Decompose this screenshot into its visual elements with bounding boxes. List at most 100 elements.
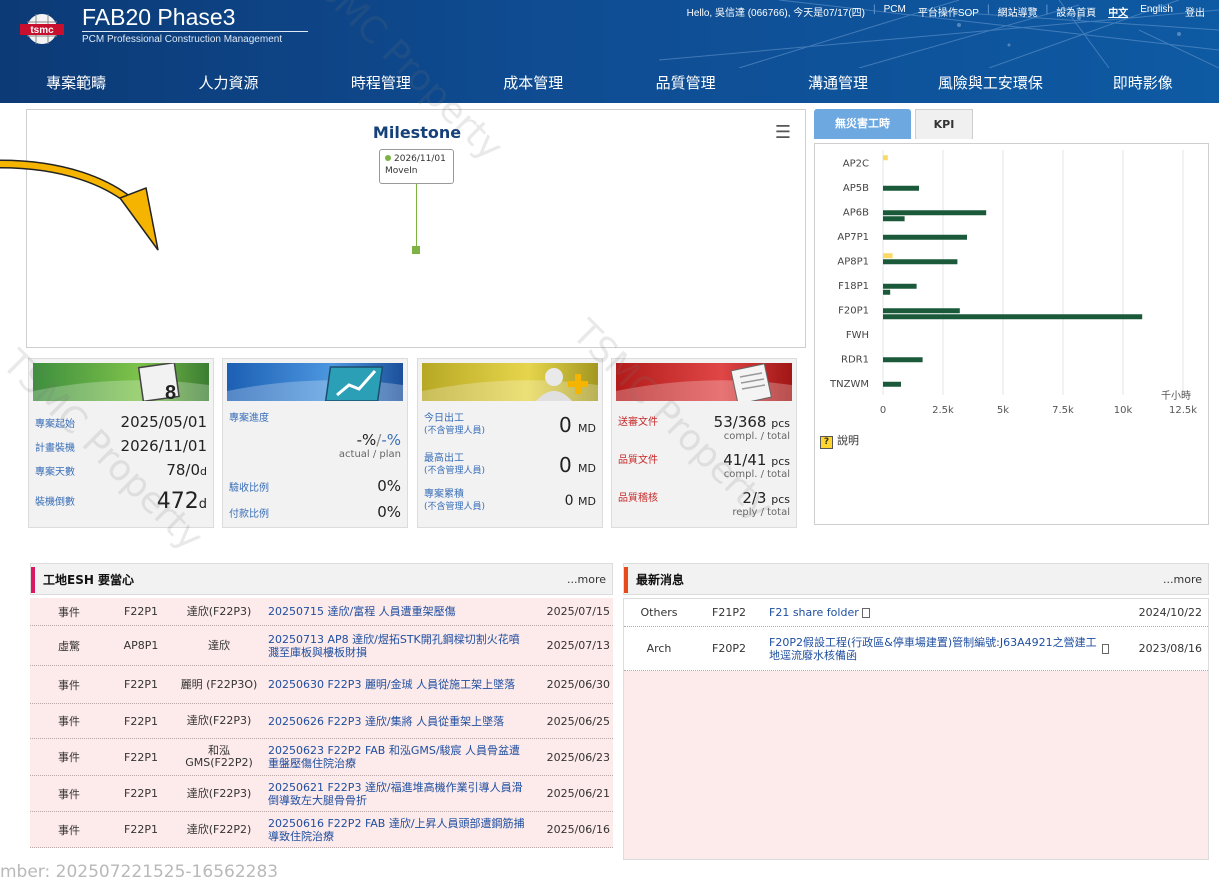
esh-title-link[interactable]: 20250621 F22P3 達欣/福進堆高機作業引導人員滑倒導致左大腿骨骨折 xyxy=(268,776,528,811)
attachment-icon[interactable] xyxy=(861,607,870,618)
link-sop[interactable]: 平台操作SOP xyxy=(912,4,985,19)
x-tick-label: 12.5k xyxy=(1169,405,1197,416)
category-label: FWH xyxy=(846,330,869,341)
tab-no-accident-hours[interactable]: 無災害工時 xyxy=(814,109,911,139)
progress-sub: actual / plan xyxy=(338,449,401,460)
esh-title-link[interactable]: 20250713 AP8 達欣/煜拓STK開孔鋼樑切割火花噴濺至庫板與樓板財損 xyxy=(268,626,528,665)
category-label: AP8P1 xyxy=(837,256,869,267)
link-pcm[interactable]: PCM xyxy=(878,4,912,19)
bar xyxy=(883,210,987,216)
label-cumulative-workers: 專案累積 xyxy=(424,489,464,500)
esh-title-link[interactable]: 20250715 達欣/富程 人員遭重架壓傷 xyxy=(268,598,528,625)
news-row[interactable]: Others F21P2 F21 share folder 2024/10/22 xyxy=(624,599,1208,627)
news-title-text[interactable]: F20P2假設工程(行政區&停車場建置)管制編號:J63A4921之營建工地逕流… xyxy=(769,636,1099,662)
esh-contractor: 麗明 (F22P3O) xyxy=(180,677,258,691)
label-countdown: 裝機倒數 xyxy=(35,497,75,508)
esh-date: 2025/06/30 xyxy=(546,678,610,691)
calendar-icon: 8 xyxy=(33,363,209,401)
manpower-row: 今日出工 (不含管理人員) 0 MD xyxy=(424,413,596,443)
news-row[interactable]: Arch F20P2 F20P2假設工程(行政區&停車場建置)管制編號:J63A49… xyxy=(624,627,1208,671)
nav-communication[interactable]: 溝通管理 xyxy=(762,66,914,103)
link-lang-chinese[interactable]: 中文 xyxy=(1102,4,1134,19)
news-more-link[interactable]: ...more xyxy=(1163,564,1202,596)
link-set-homepage[interactable]: 設為首頁 xyxy=(1050,4,1102,19)
milestone-marker[interactable] xyxy=(412,246,420,254)
esh-title-link[interactable]: 20250623 F22P2 FAB 和泓GMS/駿宸 人員骨盆遭重盤壓傷住院治… xyxy=(268,739,528,775)
esh-title-link[interactable]: 20250616 F22P2 FAB 達欣/上昇人員頭部遭鋼筋捕導致住院治療 xyxy=(268,812,528,847)
documents-row: 品質稽核 2/3 pcs reply / total xyxy=(618,489,790,525)
bar xyxy=(883,357,923,363)
esh-area: F22P1 xyxy=(124,787,158,800)
bar xyxy=(883,259,958,265)
esh-row[interactable]: 虛驚 AP8P1 達欣 20250713 AP8 達欣/煜拓STK開孔鋼樑切割火花噴濺… xyxy=(30,626,613,666)
tab-kpi[interactable]: KPI xyxy=(915,109,973,139)
esh-row[interactable]: 事件 F22P1 達欣(F22P3) 20250626 F22P3 達欣/集將 人員從… xyxy=(30,704,613,739)
main-nav: 專案範疇 人力資源 時程管理 成本管理 品質管理 溝通管理 風險與工安環保 即時… xyxy=(0,66,1219,103)
progress-row: 付款比例 0% xyxy=(229,503,401,525)
nav-project-scope[interactable]: 專案範疇 xyxy=(0,66,152,103)
progress-values: -%/-% actual / plan xyxy=(229,431,401,467)
category-label: F20P1 xyxy=(838,305,869,316)
value-countdown: 472 xyxy=(156,489,199,514)
worker-icon xyxy=(422,363,598,401)
unit-md: MD xyxy=(578,422,596,435)
bar xyxy=(883,216,905,222)
chart-menu-icon[interactable]: ☰ xyxy=(775,122,791,143)
link-lang-english[interactable]: English xyxy=(1134,4,1179,19)
document-icon xyxy=(616,363,792,401)
link-site-guide[interactable]: 網站導覽 xyxy=(992,4,1044,19)
bar xyxy=(883,289,891,295)
esh-row[interactable]: 事件 F22P1 和泓 GMS(F22P2) 20250623 F22P2 FAB 和… xyxy=(30,739,613,776)
app-title[interactable]: FAB20 Phase3 xyxy=(82,4,235,31)
nav-quality[interactable]: 品質管理 xyxy=(610,66,762,103)
esh-type: 事件 xyxy=(58,751,80,764)
link-logout[interactable]: 登出 xyxy=(1179,4,1211,19)
attachment-icon[interactable] xyxy=(1102,643,1109,654)
news-title-text[interactable]: F21 share folder xyxy=(769,606,859,619)
news-accent-bar xyxy=(624,567,628,593)
news-title-link[interactable]: F21 share folder xyxy=(769,599,1109,626)
esh-contractor: 達欣(F22P3) xyxy=(186,786,252,800)
schedule-row: 專案天數 78/0d xyxy=(35,461,207,483)
esh-more-link[interactable]: ...more xyxy=(567,564,606,596)
esh-area: F22P1 xyxy=(124,714,158,728)
logo-text: tsmc xyxy=(30,25,54,36)
bar xyxy=(883,381,901,387)
label-payment-ratio: 付款比例 xyxy=(229,509,269,520)
svg-text:8: 8 xyxy=(165,382,176,401)
nav-schedule[interactable]: 時程管理 xyxy=(305,66,457,103)
x-unit-label: 千小時 xyxy=(1161,390,1191,402)
x-tick-label: 0 xyxy=(880,405,886,416)
esh-date: 2025/06/16 xyxy=(546,823,610,836)
value-peak-workers: 0 xyxy=(558,453,572,477)
schedule-row: 專案起始 2025/05/01 xyxy=(35,413,207,435)
news-title-link[interactable]: F20P2假設工程(行政區&停車場建置)管制編號:J63A4921之營建工地逕流… xyxy=(769,627,1109,670)
news-date: 2024/10/22 xyxy=(1138,606,1202,619)
header: tsmc FAB20 Phase3 PCM Professional Const… xyxy=(0,0,1219,103)
tsmc-logo[interactable]: tsmc xyxy=(18,10,66,48)
esh-area: F22P1 xyxy=(124,750,158,764)
nav-human-resources[interactable]: 人力資源 xyxy=(152,66,304,103)
esh-type: 事件 xyxy=(58,605,80,619)
esh-title-link[interactable]: 20250630 F22P3 麗明/金珹 人員從施工架上墜落 xyxy=(268,666,528,703)
card-documents: 送審文件 53/368 pcs compl. / total 品質文件 41/41… xyxy=(611,358,797,528)
footer-serial: mber: 202507221525-16562283 xyxy=(0,862,279,882)
esh-area: F22P1 xyxy=(124,823,158,836)
esh-type: 事件 xyxy=(58,715,80,728)
bar xyxy=(883,234,967,240)
submitted-docs-sub: compl. / total xyxy=(723,431,790,442)
news-date: 2023/08/16 xyxy=(1138,642,1202,655)
nav-risk-safety[interactable]: 風險與工安環保 xyxy=(914,66,1066,103)
esh-title-link[interactable]: 20250626 F22P3 達欣/集將 人員從重架上墜落 xyxy=(268,704,528,738)
milestone-date: 2026/11/01 xyxy=(394,154,446,164)
esh-row[interactable]: 事件 F22P1 達欣(F22P3) 20250715 達欣/富程 人員遭重架壓傷 20… xyxy=(30,598,613,626)
label-project-days: 專案天數 xyxy=(35,467,75,478)
esh-row[interactable]: 事件 F22P1 麗明 (F22P3O) 20250630 F22P3 麗明/金珹 人… xyxy=(30,666,613,704)
nav-cost[interactable]: 成本管理 xyxy=(457,66,609,103)
esh-row[interactable]: 事件 F22P1 達欣(F22P2) 20250616 F22P2 FAB 達欣/上昇… xyxy=(30,812,613,848)
x-tick-label: 2.5k xyxy=(932,405,954,416)
esh-table: 事件 F22P1 達欣(F22P3) 20250715 達欣/富程 人員遭重架壓傷 20… xyxy=(30,598,613,848)
help-link[interactable]: ? 說明 xyxy=(820,432,859,449)
esh-row[interactable]: 事件 F22P1 達欣(F22P3) 20250621 F22P3 達欣/福進堆高機作… xyxy=(30,776,613,812)
nav-live-video[interactable]: 即時影像 xyxy=(1067,66,1219,103)
